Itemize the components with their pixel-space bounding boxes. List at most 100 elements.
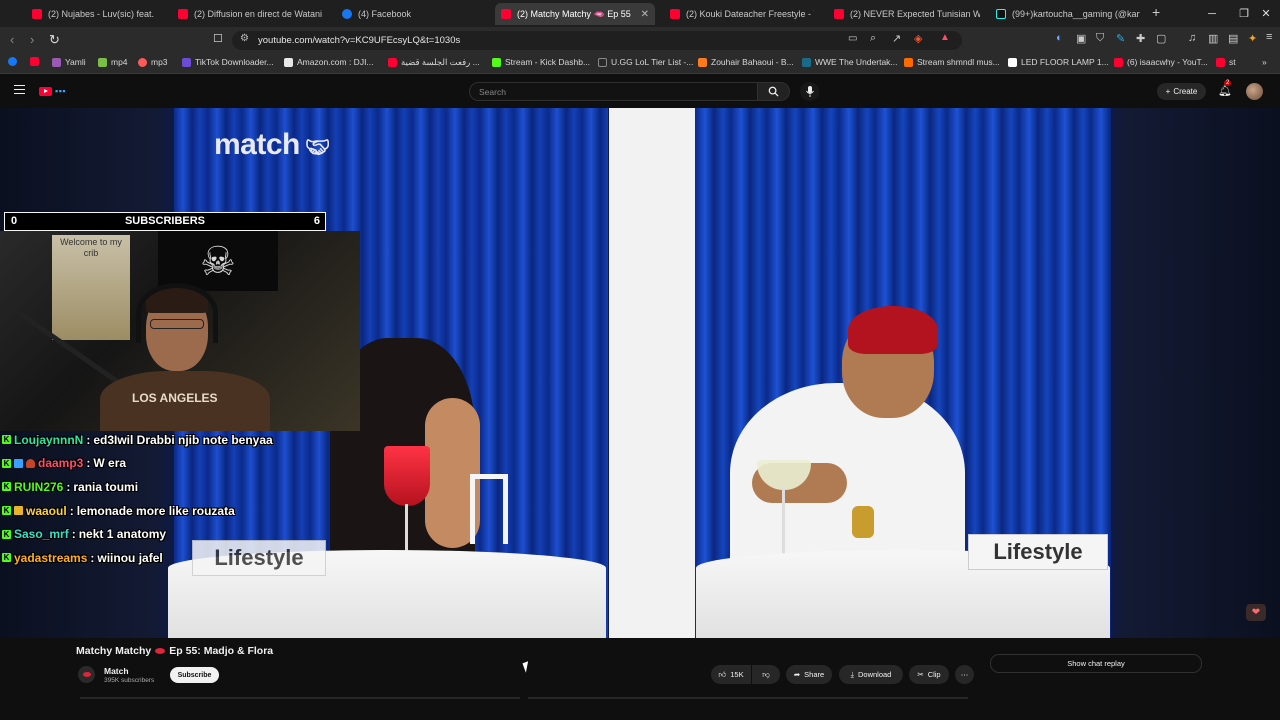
youtube-icon — [39, 86, 52, 96]
search-icon — [768, 86, 779, 97]
goal-label: SUBSCRIBERS — [124, 215, 206, 227]
bookmark-icon[interactable]: ☐ — [213, 32, 223, 45]
notifications-button[interactable]: 🔔︎ 2 — [1218, 80, 1232, 97]
browser-tab-active[interactable]: (2) Matchy Matchy 🫦 Ep 55 ✕ — [495, 3, 655, 25]
menu-icon[interactable]: ≡ — [1266, 31, 1272, 43]
extension-icon[interactable]: ▣ — [1076, 32, 1086, 45]
shirt-text: LOS ANGELES — [132, 391, 218, 405]
translate-icon[interactable]: ◐ — [1056, 32, 1063, 44]
show-chat-replay-button[interactable]: Show chat replay — [990, 654, 1202, 673]
minimize-icon[interactable]: ─ — [1196, 0, 1228, 27]
channel-name[interactable]: Match — [104, 666, 129, 676]
create-button[interactable]: + Create — [1157, 83, 1206, 100]
red-durag — [848, 306, 938, 354]
music-icon[interactable]: ♫ — [1188, 32, 1196, 44]
chat-username: LoujaynnnN — [14, 432, 84, 447]
bookmark-item[interactable]: Zouhair Bahaoui - B... — [698, 57, 794, 67]
zoom-icon[interactable]: ⌕ — [870, 32, 876, 45]
brave-shield-icon[interactable]: ◈ — [914, 32, 922, 45]
bookmark-item[interactable]: WWE The Undertak... — [802, 57, 898, 67]
cast-icon[interactable]: ▭ — [848, 33, 857, 44]
puzzle-icon[interactable]: ✚ — [1136, 32, 1145, 45]
screenshot-icon[interactable]: ▢ — [1156, 32, 1166, 45]
more-bookmarks-icon[interactable]: » — [1262, 57, 1267, 67]
bookmark-item[interactable]: Yamli — [52, 57, 86, 67]
new-tab-button[interactable]: + — [1152, 4, 1160, 20]
like-button[interactable]: 👍︎ 15K — [711, 665, 751, 684]
dislike-button[interactable]: 👎︎ — [752, 665, 780, 684]
avatar[interactable] — [1246, 83, 1263, 100]
channel-avatar[interactable] — [78, 666, 95, 683]
bookmark-item[interactable]: mp3 — [138, 57, 168, 67]
clip-button[interactable]: ✂ Clip — [909, 665, 949, 684]
create-label: Create — [1173, 87, 1198, 96]
reload-icon[interactable]: ↻ — [49, 32, 60, 48]
extension-icon[interactable]: ✎ — [1116, 32, 1125, 45]
search-button[interactable] — [758, 82, 790, 101]
bookmark-item[interactable]: (6) isaacwhy - YouT... — [1114, 57, 1208, 67]
youtube-icon[interactable] — [30, 57, 39, 66]
chat-username: waaoul — [26, 503, 67, 518]
download-label: Download — [857, 670, 892, 679]
close-icon[interactable]: ✕ — [641, 9, 649, 20]
bookmark-label: (6) isaacwhy - YouT... — [1127, 57, 1208, 67]
share-icon: ➦ — [793, 670, 801, 679]
browser-tab[interactable]: (2) Diffusion en direct de Watania2 E — [172, 3, 322, 25]
bookmark-item[interactable]: st — [1216, 57, 1236, 67]
bookmark-item[interactable]: LED FLOOR LAMP 1... — [1008, 57, 1109, 67]
youtube-logo[interactable]: ▪▪▪ — [39, 86, 66, 96]
bookmark-item[interactable]: Stream - Kick Dashb... — [492, 57, 590, 67]
wallet-icon[interactable]: ▤ — [1228, 32, 1238, 45]
forward-icon[interactable]: › — [30, 32, 34, 47]
download-button[interactable]: ⤓ Download — [839, 665, 903, 684]
youtube-icon — [834, 9, 844, 19]
bookmark-item[interactable]: TikTok Downloader... — [182, 57, 274, 67]
download-icon: ⤓ — [850, 669, 854, 679]
bookmark-item[interactable]: رفعت الجلسة قضية ... — [388, 57, 480, 68]
video-title: Matchy Matchy Ep 55: Madjo & Flora — [76, 645, 273, 657]
chat-username: RUIN276 — [14, 479, 64, 494]
match-logo: match 🤝︎ — [214, 128, 330, 161]
shield-icon[interactable]: ⛉ — [1096, 32, 1104, 45]
back-icon[interactable]: ‹ — [10, 32, 14, 47]
sidebar-icon[interactable]: ▥ — [1208, 32, 1218, 45]
chat-message: K yadastreams : wiinou jafel — [2, 546, 358, 570]
kick-icon: K — [2, 553, 11, 563]
video-info: Matchy Matchy Ep 55: Madjo & Flora Match… — [0, 638, 1280, 720]
lifestyle-sign-right: Lifestyle — [968, 534, 1108, 570]
bookmark-label: رفعت الجلسة قضية ... — [401, 57, 480, 67]
chat-separator: : — [90, 550, 95, 565]
browser-tab[interactable]: (2) Kouki Dateacher Freestyle - YouT — [664, 3, 814, 25]
browser-tab[interactable]: (2) NEVER Expected Tunisian Woman — [828, 3, 980, 25]
menu-icon[interactable] — [14, 85, 25, 94]
more-actions-button[interactable]: ⋯ — [955, 665, 974, 684]
rewards-icon[interactable]: ▲ — [940, 32, 950, 43]
subscribe-button[interactable]: Subscribe — [170, 667, 219, 683]
bookmark-item[interactable]: Stream shmndl mus... — [904, 57, 1000, 67]
bookmark-label: mp4 — [111, 57, 128, 67]
browser-tab[interactable]: (99+)kartoucha__gaming (@kartouc — [990, 3, 1140, 25]
voice-search-button[interactable] — [800, 82, 819, 101]
youtube-icon — [501, 9, 511, 19]
browser-tab[interactable]: (2) Nujabes - Luv(sic) feat.Shing0 — [26, 3, 154, 25]
more-icon: ⋯ — [960, 670, 969, 679]
facebook-icon[interactable] — [8, 57, 17, 66]
chat-username: daamp3 — [38, 456, 84, 471]
tab-label: (2) Nujabes - Luv(sic) feat.Shing0 — [48, 9, 154, 19]
share-button[interactable]: ➦ Share — [786, 665, 832, 684]
youtube-icon — [670, 9, 680, 19]
chat-message: K waaoul : lemonade more like rouzata — [2, 499, 358, 523]
site-info-icon[interactable]: ⚙ — [240, 33, 249, 44]
bookmark-item[interactable]: Amazon.com : DJI... — [284, 57, 374, 67]
bookmark-item[interactable]: mp4 — [98, 57, 128, 67]
channel-watermark-icon[interactable]: ❤︎ — [1246, 604, 1266, 621]
share-page-icon[interactable]: ↗ — [892, 32, 901, 45]
bookmarks-bar: Yamli mp4 mp3 TikTok Downloader... Amazo… — [0, 54, 1280, 74]
leo-icon[interactable]: ✦ — [1248, 32, 1257, 45]
browser-tab[interactable]: (4) Facebook — [336, 3, 486, 25]
chat-username: Saso_mrf — [14, 527, 69, 542]
search-input[interactable]: Search — [469, 82, 758, 101]
window-close-icon[interactable]: ✕ — [1250, 0, 1280, 27]
bookmark-label: WWE The Undertak... — [815, 57, 898, 67]
bookmark-item[interactable]: U.GG LoL Tier List -... — [598, 57, 693, 67]
